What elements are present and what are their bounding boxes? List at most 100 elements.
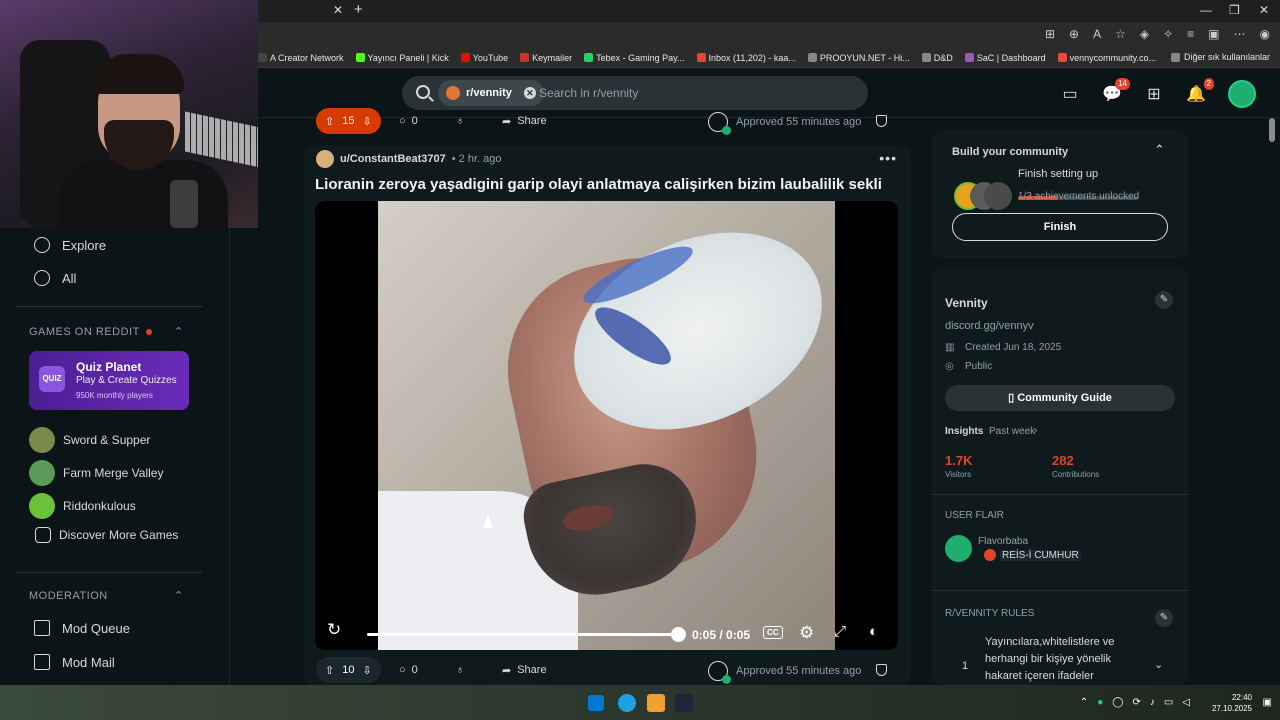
zoom-icon[interactable]: ⊕ (1069, 27, 1079, 41)
share-button[interactable]: ➦ Share (502, 657, 547, 683)
bookmark[interactable]: A Creator Network (258, 53, 344, 63)
community-info-card: Vennity ✎ discord.gg/vennyv ▥ Created Ju… (932, 268, 1188, 685)
microphone-icon[interactable]: ♪ (1150, 697, 1155, 708)
collapse-games-icon[interactable]: ⌃ (174, 325, 183, 338)
puzzle-icon[interactable]: ✧ (1163, 27, 1173, 41)
nav-mod-mail[interactable]: Mod Mail (34, 654, 115, 670)
taskbar-clock[interactable]: 22:40 27.10.2025 (1212, 692, 1252, 714)
sync-icon[interactable]: ⟳ (1132, 697, 1140, 708)
award-button[interactable]: ♁ (456, 108, 464, 134)
community-chip[interactable]: r/vennity ✕ (438, 80, 544, 106)
comments-button[interactable]: ○ 0 (399, 657, 418, 683)
moderation-section-title[interactable]: MODERATION (29, 590, 108, 602)
more-options-icon[interactable]: ••• (879, 150, 897, 166)
notifications-icon[interactable]: 🔔 2 (1186, 78, 1214, 104)
copilot-icon[interactable]: ◉ (1260, 27, 1270, 41)
author-name[interactable]: u/ConstantBeat3707 (340, 153, 446, 165)
mod-shield-icon[interactable] (876, 115, 887, 127)
favorite-star-icon[interactable]: ☆ (1115, 27, 1126, 41)
flair-avatar (945, 535, 972, 562)
bookmark[interactable]: YouTube (460, 53, 508, 63)
volume-icon[interactable]: ◁ (1182, 697, 1190, 708)
bookmark[interactable]: vennycommunity.co... (1057, 53, 1156, 63)
extension-icon[interactable]: ◈ (1140, 27, 1149, 41)
chevron-right-icon[interactable]: › (1034, 425, 1037, 436)
mod-avatar (708, 112, 731, 135)
clear-chip-icon[interactable]: ✕ (523, 87, 536, 99)
advertise-icon[interactable]: ▭ (1060, 84, 1080, 104)
nav-all[interactable]: All (34, 270, 76, 286)
upvote-icon[interactable]: ⇧ (325, 115, 334, 128)
game-sword-supper[interactable]: Sword & Supper (29, 427, 150, 453)
page-scrollbar[interactable] (1269, 118, 1275, 142)
read-aloud-icon[interactable]: A (1093, 27, 1101, 41)
network-icon[interactable]: ▭ (1164, 697, 1173, 708)
video-player[interactable]: ↻ 0:05 / 0:05 CC ⚙ ⤢ ◐ (315, 201, 898, 650)
other-bookmarks[interactable]: Diğer sık kullanılanlar (1170, 52, 1270, 62)
award-button[interactable]: ♁ (456, 657, 464, 683)
favorites-icon[interactable]: ≡ (1187, 27, 1194, 41)
bookmark[interactable]: Inbox (11,202) - kaa... (696, 53, 796, 63)
post-card[interactable]: u/ConstantBeat3707 • 2 hr. ago ••• Liora… (304, 146, 911, 685)
bookmark-folder[interactable]: D&D (921, 53, 953, 63)
author-avatar[interactable] (316, 150, 334, 168)
quiz-logo-icon: QUIZ (39, 366, 65, 392)
bookmark[interactable]: Tebex - Gaming Pay... (584, 53, 685, 63)
collapse-icon[interactable]: ⌃ (1154, 142, 1165, 158)
chat-icon[interactable]: 💬 14 (1102, 78, 1130, 104)
collections-icon[interactable]: ▣ (1208, 27, 1219, 41)
fullscreen-icon[interactable]: ⤢ (834, 623, 846, 640)
downvote-icon[interactable]: ⇩ (362, 115, 371, 128)
upvote-icon[interactable]: ⇧ (325, 664, 334, 677)
minimize-icon[interactable]: — (1200, 3, 1212, 17)
settings-more-icon[interactable]: ⋯ (1234, 27, 1246, 41)
rule-text[interactable]: Yayıncılara,whitelistlere ve herhangi bi… (985, 634, 1135, 685)
discover-games[interactable]: Discover More Games (29, 527, 178, 543)
tray-app-icon[interactable]: ◯ (1112, 697, 1123, 708)
apps-icon[interactable]: ⊞ (1045, 27, 1055, 41)
windows-start-icon[interactable] (588, 695, 604, 711)
downvote-icon[interactable]: ⇩ (362, 664, 371, 677)
globe-icon (807, 53, 817, 62)
tray-app-icon[interactable]: ● (1097, 697, 1103, 708)
game-riddonkulous[interactable]: Riddonkulous (29, 493, 136, 519)
edge-icon[interactable] (618, 694, 636, 712)
volume-icon[interactable]: ◐ (869, 623, 878, 640)
replay-icon[interactable]: ↻ (327, 620, 341, 640)
game-farm-merge[interactable]: Farm Merge Valley (29, 460, 163, 486)
collapse-moderation-icon[interactable]: ⌃ (174, 589, 183, 602)
nav-explore[interactable]: Explore (34, 237, 106, 253)
steam-icon[interactable] (675, 694, 693, 712)
edit-rules-icon[interactable]: ✎ (1155, 609, 1173, 627)
close-tab-icon[interactable]: ✕ (333, 3, 343, 17)
community-guide-button[interactable]: ▯ Community Guide (945, 385, 1175, 411)
app-icon[interactable] (647, 694, 665, 712)
nav-mod-queue[interactable]: Mod Queue (34, 620, 130, 636)
edit-icon[interactable]: ✎ (1155, 291, 1173, 309)
search-input[interactable]: r/vennity ✕ Search in r/vennity (402, 76, 868, 110)
games-section-title[interactable]: GAMES ON REDDIT (29, 326, 152, 338)
video-scrubber[interactable] (671, 627, 686, 642)
user-avatar[interactable] (1228, 80, 1256, 108)
quiz-planet-card[interactable]: QUIZ Quiz Planet Play & Create Quizzes 9… (29, 351, 189, 410)
finish-button[interactable]: Finish (952, 213, 1168, 241)
notification-center-icon[interactable]: ▣ (1263, 697, 1272, 708)
chevron-up-icon[interactable]: ⌃ (1080, 697, 1088, 708)
bookmark[interactable]: Yayıncı Paneli | Kick (355, 53, 449, 63)
video-progress-bar[interactable] (367, 633, 679, 636)
gear-icon[interactable]: ⚙ (799, 623, 814, 643)
close-window-icon[interactable]: ✕ (1259, 3, 1269, 17)
expand-rule-icon[interactable]: ⌄ (1154, 658, 1163, 671)
share-button[interactable]: ➦ Share (502, 108, 547, 134)
bookmark[interactable]: Keymailer (520, 53, 572, 63)
restore-icon[interactable]: ❐ (1229, 3, 1240, 17)
create-post-icon[interactable]: ⊞ (1144, 84, 1164, 104)
comments-button[interactable]: ○ 0 (399, 108, 418, 134)
bookmark[interactable]: SaC | Dashboard (964, 53, 1046, 63)
insights-period[interactable]: Past week (989, 426, 1035, 437)
bookmark[interactable]: PROOYUN.NET - Hi... (807, 53, 910, 63)
captions-icon[interactable]: CC (763, 626, 783, 639)
mod-shield-icon[interactable] (876, 664, 887, 676)
post-title[interactable]: Lioranin zeroya yaşadigini garip olayi a… (315, 176, 882, 193)
new-tab-button[interactable]: + (354, 1, 363, 18)
